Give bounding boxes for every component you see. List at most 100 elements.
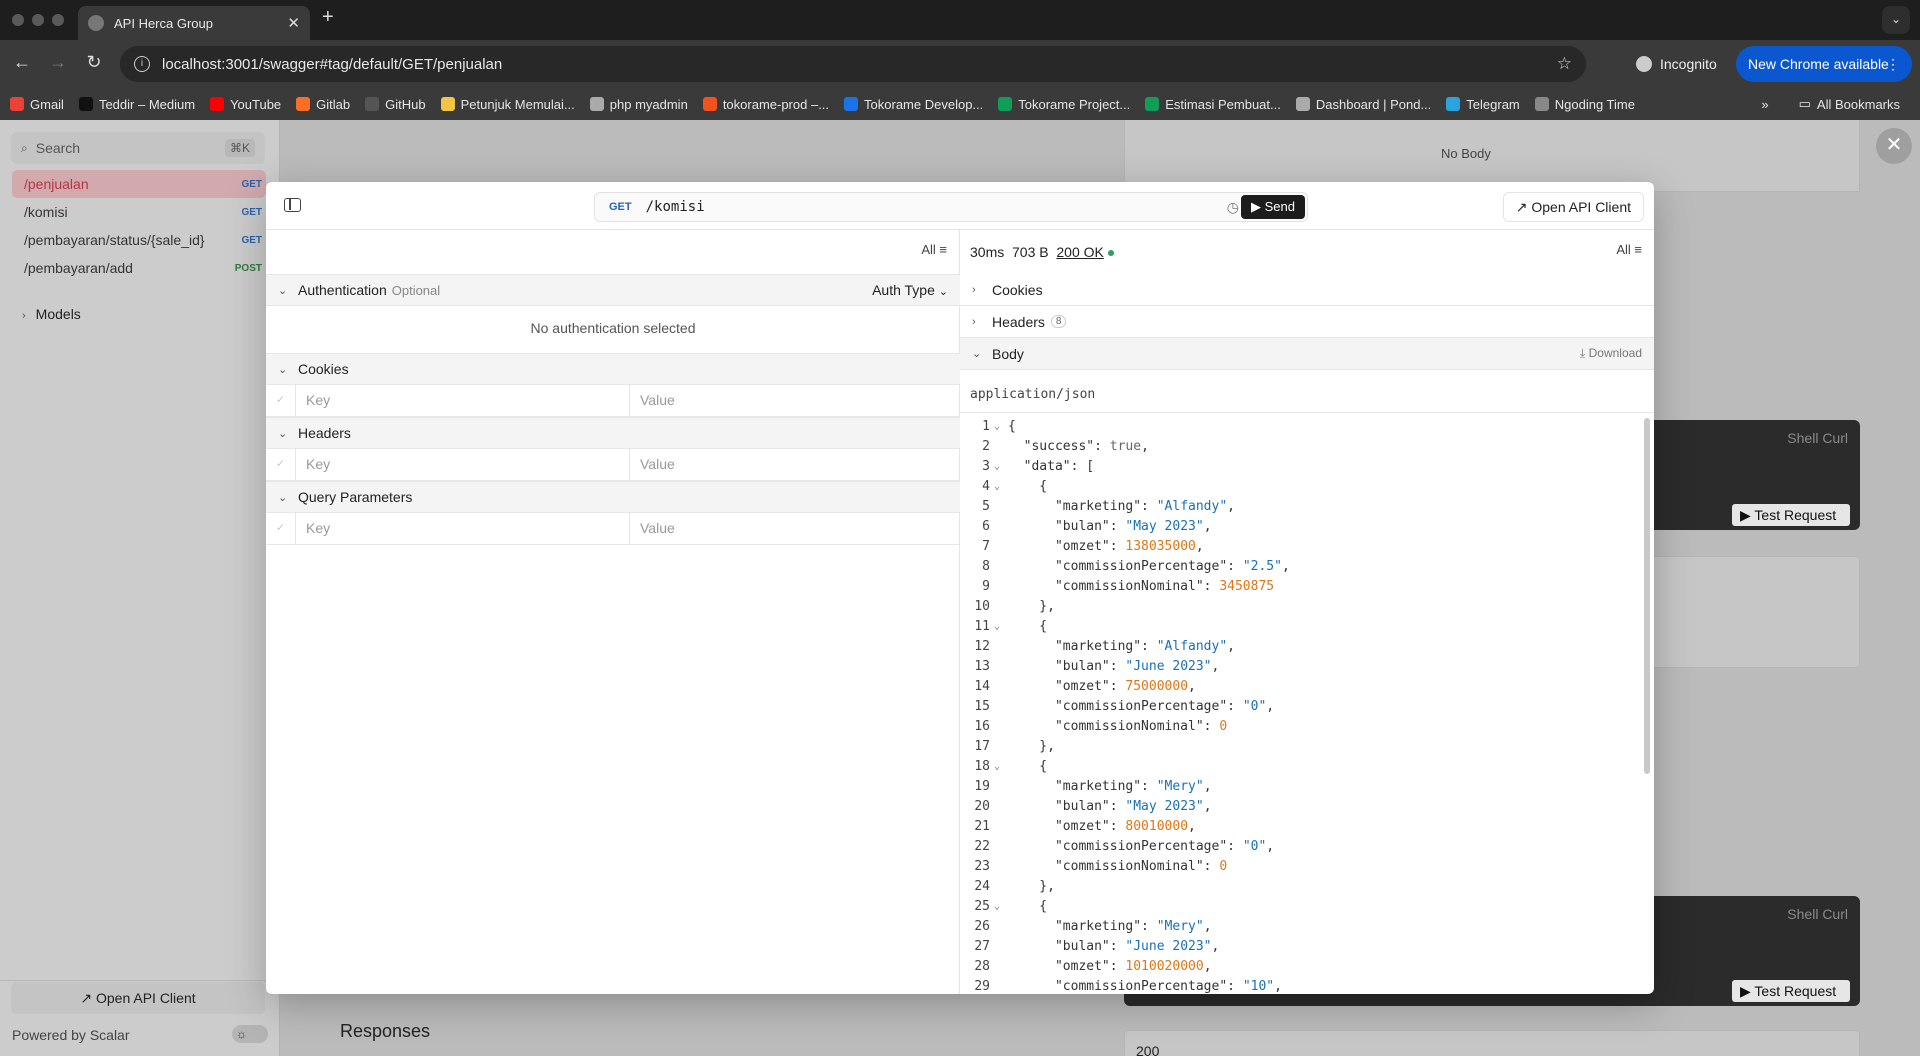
bookmark-item[interactable]: GitHub [365,97,426,112]
update-label: New Chrome available [1748,56,1889,72]
checkbox-icon[interactable]: ✓ [266,449,296,480]
checkbox-icon[interactable]: ✓ [266,385,296,416]
response-filter[interactable]: All ≡ [1616,242,1642,257]
request-address-bar[interactable]: GET /komisi ◷ ▶ Send [594,192,1308,222]
bookmark-item[interactable]: php myadmin [589,97,688,112]
bookmark-star-icon[interactable]: ☆ [1557,54,1572,74]
window-close-dot[interactable] [12,14,24,26]
bookmark-item[interactable]: Gitlab [296,97,350,112]
request-filter[interactable]: All ≡ [921,242,947,257]
sidebar-item-1[interactable]: /penjualan GET [12,170,266,198]
header-key-input[interactable]: Key [296,449,630,480]
fold-chevron-icon[interactable]: ⌄ [994,477,1000,497]
bookmark-item[interactable]: Telegram [1446,97,1520,112]
cookies-section[interactable]: ⌄ Cookies [266,353,960,385]
response-body-section[interactable]: ⌄ Body ⤓ Download [960,338,1654,370]
cookie-value-input[interactable]: Value [640,385,675,416]
response-status[interactable]: 200 OK [1056,244,1103,260]
site-info-icon[interactable]: i [134,56,150,72]
bookmark-item[interactable]: Teddir – Medium [78,97,195,112]
back-icon[interactable]: ← [10,52,34,73]
line-number: 9 [982,579,990,594]
fold-chevron-icon[interactable]: ⌄ [994,457,1000,477]
sidebar-item-2[interactable]: /komisi GET [12,198,266,226]
chevron-right-icon: › [22,310,26,322]
query-value-input[interactable]: Value [640,513,675,544]
bookmark-item[interactable]: tokorame-prod –... [702,97,829,112]
bookmark-item[interactable]: Tokorame Develop... [844,97,983,112]
shell-curl-select-2[interactable]: Shell Curl [1787,906,1848,922]
response-headers-section[interactable]: › Headers 8 [960,306,1654,338]
bookmark-item[interactable]: Estimasi Pembuat... [1145,97,1281,112]
bookmark-item[interactable]: YouTube [210,97,281,112]
line-number: 26 [974,919,990,934]
sidebar-open-client-button[interactable]: ↗ Open API Client [11,982,265,1014]
bookmark-favicon-icon [1446,97,1461,111]
search-input[interactable]: ⌕ Search ⌘K [11,132,265,164]
sidebar-toggle-icon[interactable] [284,198,301,212]
query-section[interactable]: ⌄ Query Parameters [266,481,960,513]
bookmarks-right: » ▭ All Bookmarks [1761,88,1900,120]
external-link-icon: ↗ [80,990,93,1006]
fold-chevron-icon[interactable]: ⌄ [994,417,1000,437]
all-bookmarks-link[interactable]: All Bookmarks [1817,97,1900,112]
code-text: "commissionNominal": 0 [1008,719,1228,734]
cookie-key-input[interactable]: Key [296,385,630,416]
bookmarks-overflow-icon[interactable]: » [1761,97,1768,112]
headers-section[interactable]: ⌄ Headers [266,417,960,449]
tab-search-icon[interactable]: ⌄ [1882,6,1910,34]
response-cookies-section[interactable]: › Cookies [960,274,1654,306]
forward-icon[interactable]: → [46,52,70,73]
checkbox-icon[interactable]: ✓ [266,513,296,544]
auth-section[interactable]: ⌄ Authentication Optional Auth Type ⌄ [266,274,960,306]
history-icon[interactable]: ◷ [1227,199,1239,216]
bookmark-item[interactable]: Ngoding Time [1534,97,1635,112]
window-minimize-dot[interactable] [32,14,44,26]
send-button[interactable]: ▶ Send [1241,195,1305,219]
fold-chevron-icon[interactable]: ⌄ [994,897,1000,917]
bookmark-item[interactable]: Tokorame Project... [998,97,1130,112]
line-number: 22 [974,839,990,854]
request-method[interactable]: GET [609,201,632,213]
bookmark-label: Estimasi Pembuat... [1165,96,1281,112]
fold-chevron-icon[interactable]: ⌄ [994,757,1000,777]
reload-icon[interactable]: ↻ [82,52,106,73]
code-text: "commissionPercentage": "10", [1008,979,1282,994]
close-tab-icon[interactable]: ✕ [287,14,300,32]
models-toggle[interactable]: › Models [22,306,81,322]
new-tab-icon[interactable]: + [322,6,334,29]
bookmark-item[interactable]: Gmail [10,97,64,112]
open-api-client-button[interactable]: ↗ Open API Client [1502,192,1644,222]
download-button[interactable]: ⤓ Download [1580,346,1642,361]
bookmark-item[interactable]: Dashboard | Pond... [1295,97,1431,112]
sidebar-item-4[interactable]: /pembayaran/add POST [12,254,266,282]
chevron-down-icon: ⌄ [972,348,982,360]
header-value-input[interactable]: Value [640,449,675,480]
chevron-down-icon: ⌄ [278,491,288,504]
auth-type-select[interactable]: Auth Type ⌄ [872,282,948,298]
close-modal-icon[interactable]: ✕ [1876,128,1912,164]
line-number: 8 [982,559,990,574]
external-link-icon: ↗ [1515,199,1528,215]
address-bar[interactable]: i localhost:3001/swagger#tag/default/GET… [120,46,1586,82]
incognito-indicator[interactable]: Incognito [1636,48,1717,80]
json-code-viewer[interactable]: 1 ⌄ {2 "success": true, 3 ⌄ "data": [4 ⌄ {5 "… [960,412,1654,994]
line-number: 5 [982,499,990,514]
theme-toggle[interactable]: ☼ [232,1025,268,1043]
shell-curl-select[interactable]: Shell Curl [1787,430,1848,446]
models-label: Models [35,306,81,322]
test-request-button[interactable]: ▶ Test Request [1732,504,1850,526]
code-text: "commissionPercentage": "0", [1008,839,1275,854]
browser-tab[interactable]: API Herca Group ✕ [78,6,310,40]
code-scrollbar[interactable] [1644,418,1650,774]
bookmark-item[interactable]: Petunjuk Memulai... [440,97,575,112]
window-maximize-dot[interactable] [52,14,64,26]
chrome-update-button[interactable]: New Chrome available ⋮ [1736,46,1912,82]
bookmark-favicon-icon [365,97,380,111]
request-path[interactable]: /komisi [646,199,705,215]
more-menu-icon[interactable]: ⋮ [1886,46,1900,82]
fold-chevron-icon[interactable]: ⌄ [994,617,1000,637]
query-key-input[interactable]: Key [296,513,630,544]
sidebar-item-3[interactable]: /pembayaran/status/{sale_id} GET [12,226,266,254]
test-request-button-2[interactable]: ▶ Test Request [1732,980,1850,1002]
